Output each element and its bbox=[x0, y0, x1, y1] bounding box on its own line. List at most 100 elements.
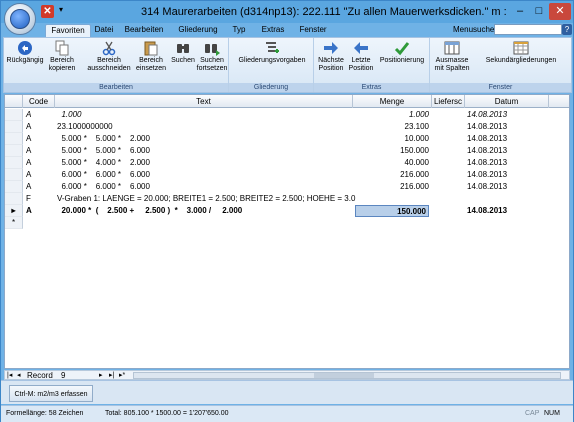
horizontal-scrollbar[interactable] bbox=[133, 372, 561, 379]
tab-fenster[interactable]: Fenster bbox=[295, 24, 331, 37]
suchen-button[interactable]: Suchen bbox=[170, 40, 196, 65]
tab-typ[interactable]: Typ bbox=[230, 24, 248, 37]
table-row[interactable]: A 1.000 1.000 14.08.2013 bbox=[5, 109, 569, 121]
quick-access-close-icon[interactable]: ✕ bbox=[41, 5, 54, 18]
table-row[interactable]: A 6.000 * 6.000 * 6.000 216.000 14.08.2013 bbox=[5, 169, 569, 181]
minimize-button[interactable]: – bbox=[511, 3, 529, 20]
record-number[interactable]: 9 bbox=[61, 371, 65, 380]
cell-menge[interactable]: 40.000 bbox=[355, 157, 429, 169]
tab-extras[interactable]: Extras bbox=[258, 24, 288, 37]
cell-code[interactable]: A bbox=[26, 145, 54, 157]
cell-datum[interactable]: 14.08.2013 bbox=[467, 121, 547, 133]
new-row[interactable]: * bbox=[5, 217, 569, 229]
table-row[interactable]: A 5.000 * 5.000 * 6.000 150.000 14.08.2013 bbox=[5, 145, 569, 157]
cell-menge[interactable]: 216.000 bbox=[355, 181, 429, 193]
positionierung-button[interactable]: Positionierung bbox=[376, 40, 428, 65]
header-menge[interactable]: Menge bbox=[353, 95, 432, 108]
prev-record-icon[interactable]: ◂ bbox=[17, 371, 21, 380]
table-row[interactable]: A 23.1000000000 23.100 14.08.2013 bbox=[5, 121, 569, 133]
cell-datum[interactable]: 14.08.2013 bbox=[467, 133, 547, 145]
row-selector[interactable] bbox=[5, 109, 23, 121]
cell-datum[interactable]: 14.08.2013 bbox=[467, 157, 547, 169]
cell-code[interactable]: A bbox=[26, 181, 54, 193]
header-datum[interactable]: Datum bbox=[465, 95, 549, 108]
cell-menge[interactable]: 150.000 bbox=[355, 205, 429, 217]
status-bar: Formellänge: 58 Zeichen Total: 805.100 *… bbox=[1, 405, 573, 422]
cell-datum[interactable]: 14.08.2013 bbox=[467, 145, 547, 157]
cell-code[interactable]: A bbox=[26, 133, 54, 145]
cell-text[interactable]: V-Graben 1: LAENGE = 20.000; BREITE1 = 2… bbox=[57, 193, 357, 205]
table-row[interactable]: A 5.000 * 5.000 * 2.000 10.000 14.08.2013 bbox=[5, 133, 569, 145]
next-record-icon[interactable]: ▸ bbox=[99, 371, 103, 380]
cell-text[interactable]: 6.000 * 6.000 * 6.000 bbox=[57, 181, 357, 193]
cell-text[interactable]: 6.000 * 6.000 * 6.000 bbox=[57, 169, 357, 181]
maximize-button[interactable]: □ bbox=[530, 3, 548, 20]
row-selector[interactable] bbox=[5, 157, 23, 169]
cell-code[interactable]: A bbox=[26, 157, 54, 169]
row-selector[interactable] bbox=[5, 169, 23, 181]
cell-datum[interactable]: 14.08.2013 bbox=[467, 205, 547, 217]
naechste-position-button[interactable]: Nächste Position bbox=[316, 40, 346, 73]
table-row[interactable]: F V-Graben 1: LAENGE = 20.000; BREITE1 = … bbox=[5, 193, 569, 205]
cell-datum[interactable]: 14.08.2013 bbox=[467, 169, 547, 181]
cell-code[interactable]: A bbox=[26, 205, 54, 217]
cell-menge[interactable] bbox=[355, 193, 429, 205]
bereich-einsetzen-button[interactable]: Bereich einsetzen bbox=[134, 40, 168, 73]
table-row[interactable]: ▸ A 20.000 * ( 2.500 + 2.500 ) * 3.000 / … bbox=[5, 205, 569, 217]
new-row-selector[interactable]: * bbox=[5, 217, 23, 229]
row-selector[interactable] bbox=[5, 133, 23, 145]
tab-favoriten[interactable]: Favoriten bbox=[45, 24, 91, 37]
row-selector[interactable] bbox=[5, 145, 23, 157]
cell-code[interactable]: F bbox=[26, 193, 54, 205]
table-row[interactable]: A 6.000 * 6.000 * 6.000 216.000 14.08.2013 bbox=[5, 181, 569, 193]
cell-code[interactable]: A bbox=[26, 169, 54, 181]
close-button[interactable]: ✕ bbox=[549, 3, 571, 20]
tab-datei[interactable]: Datei bbox=[91, 24, 117, 37]
quick-access-dropdown-icon[interactable]: ▾ bbox=[59, 5, 63, 14]
cell-datum[interactable] bbox=[467, 193, 547, 205]
table-row[interactable]: A 5.000 * 4.000 * 2.000 40.000 14.08.2013 bbox=[5, 157, 569, 169]
last-record-icon[interactable]: ▸| bbox=[109, 371, 114, 380]
cell-datum[interactable]: 14.08.2013 bbox=[467, 181, 547, 193]
new-record-icon[interactable]: ▸* bbox=[119, 371, 125, 380]
cell-menge[interactable]: 10.000 bbox=[355, 133, 429, 145]
row-selector[interactable] bbox=[5, 121, 23, 133]
first-record-icon[interactable]: |◂ bbox=[7, 371, 12, 380]
cell-text[interactable]: 20.000 * ( 2.500 + 2.500 ) * 3.000 / 2.0… bbox=[57, 205, 357, 217]
tab-bearbeiten[interactable]: Bearbeiten bbox=[122, 24, 166, 37]
copy-icon bbox=[55, 40, 69, 56]
tab-gliederung[interactable]: Gliederung bbox=[176, 24, 220, 37]
ctrl-m-button[interactable]: Ctrl-M: m2/m3 erfassen bbox=[9, 385, 93, 402]
row-selector[interactable]: ▸ bbox=[5, 205, 23, 217]
cell-text[interactable]: 5.000 * 4.000 * 2.000 bbox=[57, 157, 357, 169]
header-text[interactable]: Text bbox=[55, 95, 353, 108]
rueckgaengig-button[interactable]: Rückgängig bbox=[6, 40, 44, 65]
bereich-kopieren-button[interactable]: Bereich kopieren bbox=[46, 40, 78, 73]
menusuche-input[interactable] bbox=[494, 24, 562, 35]
cell-code[interactable]: A bbox=[26, 121, 54, 133]
row-selector[interactable] bbox=[5, 181, 23, 193]
cell-text[interactable]: 5.000 * 5.000 * 6.000 bbox=[57, 145, 357, 157]
header-code[interactable]: Code bbox=[23, 95, 55, 108]
cell-menge[interactable]: 1.000 bbox=[355, 109, 429, 121]
cell-menge[interactable]: 216.000 bbox=[355, 169, 429, 181]
cell-text[interactable]: 23.1000000000 bbox=[57, 121, 357, 133]
header-liefersc[interactable]: Liefersc bbox=[432, 95, 465, 108]
cell-datum[interactable]: 14.08.2013 bbox=[467, 109, 547, 121]
letzte-position-button[interactable]: Letzte Position bbox=[348, 40, 374, 73]
sekundaergliederungen-button[interactable]: Sekundärgliederungen bbox=[474, 40, 568, 65]
cell-text[interactable]: 5.000 * 5.000 * 2.000 bbox=[57, 133, 357, 145]
cell-menge[interactable]: 150.000 bbox=[355, 145, 429, 157]
row-selector[interactable] bbox=[5, 193, 23, 205]
cell-menge[interactable]: 23.100 bbox=[355, 121, 429, 133]
application-orb-button[interactable] bbox=[4, 3, 36, 35]
scrollbar-thumb[interactable] bbox=[314, 373, 374, 378]
gliederungsvorgaben-button[interactable]: Gliederungsvorgaben bbox=[233, 40, 311, 65]
suchen-fortsetzen-button[interactable]: Suchen fortsetzen bbox=[196, 40, 228, 73]
bereich-ausschneiden-button[interactable]: Bereich ausschneiden bbox=[86, 40, 132, 73]
columns-icon bbox=[444, 41, 460, 55]
cell-text[interactable]: 1.000 bbox=[57, 109, 357, 121]
ausmasse-mit-spalten-button[interactable]: Ausmasse mit Spalten bbox=[432, 40, 472, 73]
help-icon[interactable]: ? bbox=[562, 24, 572, 35]
cell-code[interactable]: A bbox=[26, 109, 54, 121]
